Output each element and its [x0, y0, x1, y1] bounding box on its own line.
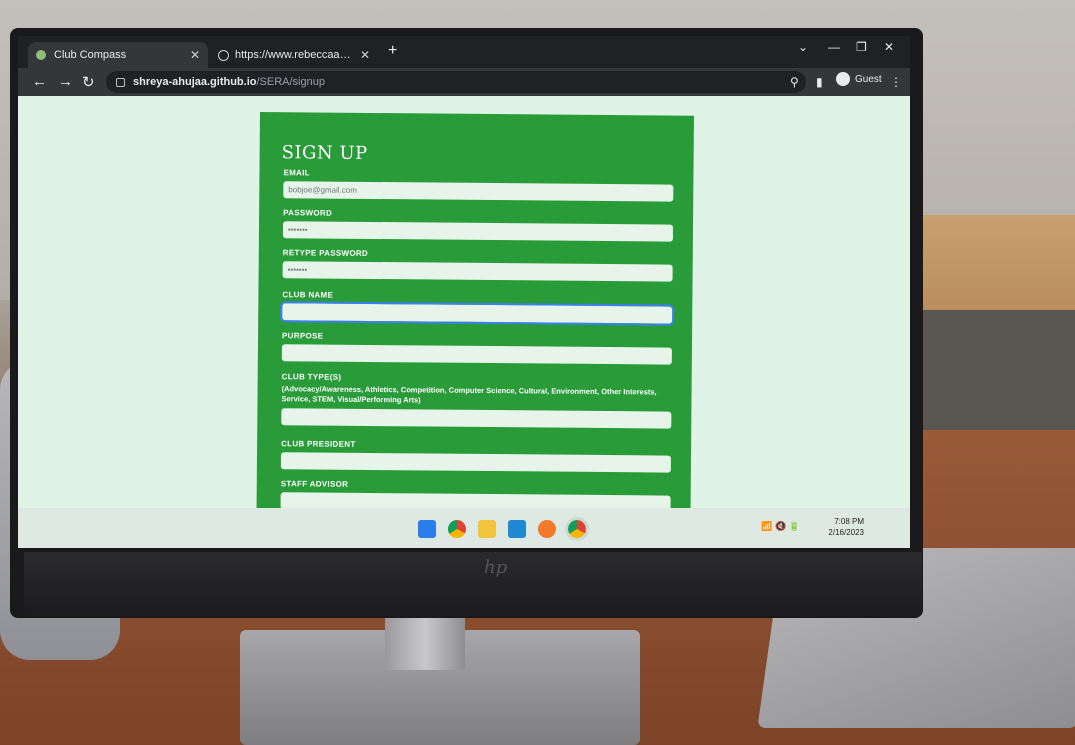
field-label: PASSWORD	[283, 208, 333, 218]
signup-form: SIGN UP EMAIL PASSWORD RETYPE PASSWORD C…	[256, 112, 694, 516]
forward-icon[interactable]: →	[58, 73, 73, 90]
monitor-chin	[24, 552, 922, 616]
avatar-icon	[836, 72, 850, 86]
chevron-down-icon[interactable]: ⌄	[798, 40, 808, 54]
tab-api[interactable]: https://www.rebeccaaa.tk/api/clu ✕	[210, 42, 378, 68]
lock-icon	[116, 77, 125, 87]
field-label: STAFF ADVISOR	[280, 479, 349, 489]
club-types-input[interactable]	[281, 408, 672, 429]
tab-title: https://www.rebeccaaa.tk/api/clu	[235, 49, 354, 61]
club-name-input[interactable]	[280, 300, 675, 327]
tab-title: Club Compass	[54, 49, 127, 61]
chrome-active-icon[interactable]	[565, 517, 589, 541]
url-path: /SERA/signup	[256, 76, 325, 88]
back-icon[interactable]: ←	[32, 73, 47, 90]
windows-start-icon[interactable]	[418, 520, 436, 538]
purpose-input[interactable]	[281, 344, 672, 365]
clock[interactable]: 7:08 PM 2/16/2023	[828, 516, 864, 538]
close-window-icon[interactable]: ✕	[884, 40, 894, 54]
globe-icon	[218, 49, 229, 61]
tab-bar: Club Compass ✕ https://www.rebeccaaa.tk/…	[18, 36, 910, 68]
field-label: CLUB PRESIDENT	[281, 439, 356, 449]
password-input[interactable]	[282, 221, 674, 242]
browser-toolbar: ← → ↻ shreya-ahujaa.github.io /SERA/sign…	[18, 68, 910, 96]
retype-password-input[interactable]	[282, 261, 673, 282]
field-label: PURPOSE	[282, 331, 324, 341]
field-label: CLUB TYPE(S)	[281, 372, 342, 382]
url-host: shreya-ahujaa.github.io	[133, 76, 257, 88]
clock-date: 2/16/2023	[828, 528, 864, 537]
tab-club-compass[interactable]: Club Compass ✕	[28, 42, 208, 68]
email-input[interactable]	[283, 181, 674, 202]
password-field: PASSWORD	[282, 208, 674, 242]
maximize-icon[interactable]: ❐	[856, 40, 867, 54]
field-label: EMAIL	[283, 168, 310, 178]
club-president-field: CLUB PRESIDENT	[280, 439, 672, 473]
taskbar: 📶 🔇 🔋 7:08 PM 2/16/2023	[18, 508, 910, 548]
purpose-field: PURPOSE	[281, 331, 672, 365]
club-types-field: CLUB TYPE(S) (Advocacy/Awareness, Athlet…	[281, 372, 672, 429]
field-label: CLUB NAME	[282, 290, 334, 300]
system-tray-icons[interactable]: 📶 🔇 🔋	[761, 521, 800, 532]
email-field: EMAIL	[283, 168, 674, 202]
screen: Club Compass ✕ https://www.rebeccaaa.tk/…	[18, 36, 910, 548]
cubicle-panel	[900, 215, 1075, 315]
reload-icon[interactable]: ↻	[82, 73, 95, 91]
minimize-icon[interactable]: —	[828, 40, 840, 54]
page-content: SIGN UP EMAIL PASSWORD RETYPE PASSWORD C…	[18, 96, 910, 516]
menu-icon[interactable]: ⋮	[890, 75, 902, 89]
form-heading: SIGN UP	[281, 142, 368, 164]
profile-label: Guest	[855, 73, 882, 85]
clock-time: 7:08 PM	[834, 517, 864, 526]
club-types-help: (Advocacy/Awareness, Athletics, Competit…	[281, 384, 657, 405]
field-label: RETYPE PASSWORD	[282, 248, 369, 258]
club-president-input[interactable]	[280, 452, 672, 473]
hp-logo: hp	[484, 557, 508, 578]
close-tab-icon[interactable]: ✕	[360, 48, 370, 62]
chrome-icon[interactable]	[448, 520, 466, 538]
club-name-field: CLUB NAME	[280, 290, 675, 327]
retype-password-field: RETYPE PASSWORD	[282, 248, 673, 282]
new-tab-icon[interactable]: +	[388, 42, 397, 60]
profile-button[interactable]: Guest	[836, 72, 882, 86]
side-panel-icon[interactable]: ▮	[816, 75, 823, 89]
file-explorer-icon[interactable]	[478, 520, 496, 538]
vscode-icon[interactable]	[508, 520, 526, 538]
address-bar[interactable]: shreya-ahujaa.github.io /SERA/signup	[106, 71, 806, 93]
favicon-icon	[36, 50, 46, 60]
close-tab-icon[interactable]: ✕	[190, 48, 200, 62]
zoom-icon[interactable]: ⚲	[790, 75, 799, 89]
orange-app-icon[interactable]	[538, 520, 556, 538]
